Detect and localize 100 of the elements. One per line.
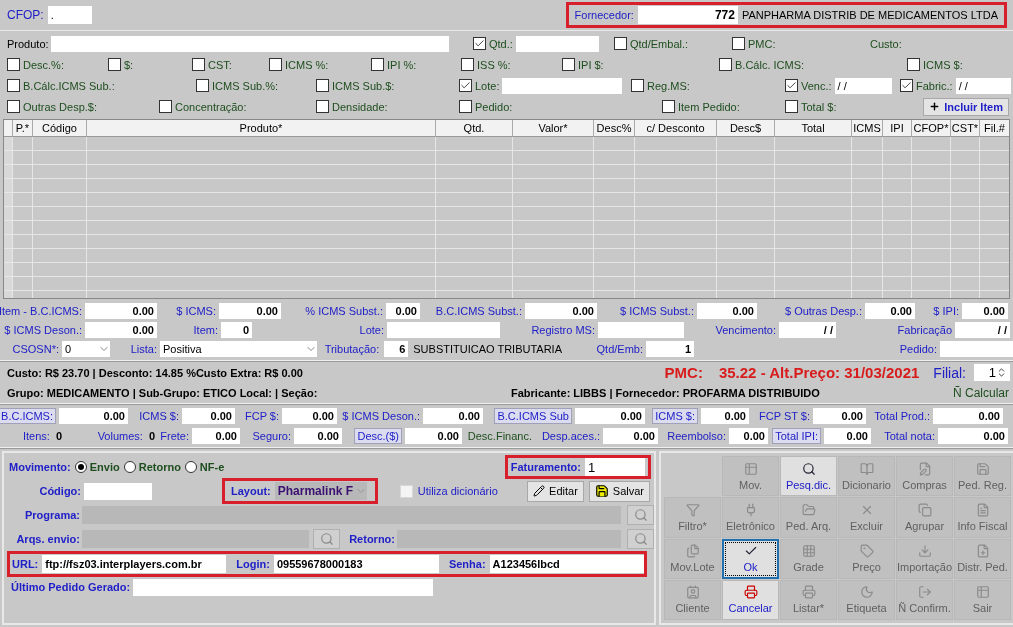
supplier-label: Fornecedor: xyxy=(574,9,634,21)
input-field[interactable] xyxy=(515,35,599,52)
search-icon xyxy=(801,461,816,476)
checkbox-label: Item Pedido: xyxy=(678,100,740,113)
checkbox[interactable] xyxy=(7,58,20,71)
search-icon xyxy=(633,532,648,546)
field-label: $ ICMS: xyxy=(176,304,216,317)
checkbox[interactable] xyxy=(371,58,384,71)
checkbox[interactable] xyxy=(7,100,20,113)
checkbox-label: CST: xyxy=(208,58,232,71)
branch-spinner[interactable]: 1 xyxy=(974,364,1010,381)
login-field[interactable]: 09559678000183 xyxy=(273,555,439,573)
file-pen-icon xyxy=(917,461,932,476)
add-item-button[interactable]: Incluir Item xyxy=(923,97,1009,116)
billing-field[interactable]: 1 xyxy=(585,458,645,476)
radio-button[interactable] xyxy=(184,461,197,473)
save-button[interactable]: Salvar xyxy=(588,480,650,502)
field-label-button[interactable]: Desc.($) xyxy=(354,428,402,444)
value-text: 0 xyxy=(148,430,155,442)
select-field[interactable]: 0 xyxy=(62,340,110,357)
value-field: 0.00 xyxy=(85,321,157,338)
code-field[interactable] xyxy=(84,482,152,500)
field-label: Lista: xyxy=(130,342,157,355)
toolbar-button[interactable]: Cancelar xyxy=(722,579,779,620)
field-label: Item: xyxy=(193,323,218,336)
checkbox[interactable] xyxy=(7,79,20,92)
checkbox[interactable] xyxy=(614,37,627,50)
toolbar-button[interactable]: Ok xyxy=(722,538,779,579)
checkbox[interactable] xyxy=(785,79,798,92)
select-field[interactable]: Positiva xyxy=(160,340,317,357)
value-field: 0.00 xyxy=(697,302,757,319)
value-field: 0.00 xyxy=(219,302,281,319)
input-field[interactable]: / / xyxy=(834,77,892,94)
folder-icon xyxy=(801,502,816,517)
column-header: Valor* xyxy=(513,120,594,136)
field-label-button[interactable]: B.C.ICMS Sub xyxy=(494,408,572,424)
checkbox[interactable] xyxy=(907,58,920,71)
field-label-button[interactable]: ICMS $: xyxy=(652,408,698,424)
checkbox[interactable] xyxy=(631,79,644,92)
field-label-button[interactable]: Total IPI: xyxy=(772,428,821,444)
field-label: $ IPI: xyxy=(933,304,959,317)
supplier-code-field[interactable]: 772 xyxy=(637,6,738,24)
checkbox[interactable] xyxy=(461,58,474,71)
checkbox[interactable] xyxy=(459,79,472,92)
input-field[interactable] xyxy=(502,77,623,94)
checkbox[interactable] xyxy=(108,58,121,71)
field-label: Reembolso: xyxy=(667,430,726,442)
value-field: 0.00 xyxy=(282,408,337,424)
last-order-field[interactable] xyxy=(133,578,434,596)
field-label: $ ICMS Deson.: xyxy=(4,323,82,336)
checkbox[interactable] xyxy=(192,58,205,71)
checkbox-label: IPI $: xyxy=(578,58,604,71)
checkbox[interactable] xyxy=(159,100,172,113)
group-summary: Grupo: MEDICAMENTO | Sub-Grupo: ETICO Local: | Seção: xyxy=(7,387,318,399)
checkbox-label: ICMS Sub.%: xyxy=(212,79,279,92)
row-indicator xyxy=(4,179,13,192)
url-field[interactable]: ftp://fsz03.interplayers.com.br xyxy=(42,555,227,573)
input-field[interactable]: / / xyxy=(955,77,1011,94)
field-label: Vencimento: xyxy=(715,323,776,336)
field-label: Item - B.C.ICMS: xyxy=(0,304,82,317)
checkbox[interactable] xyxy=(269,58,282,71)
checkbox[interactable] xyxy=(473,37,486,50)
value-field: 0.00 xyxy=(182,408,235,424)
product-field[interactable] xyxy=(50,35,449,52)
checkbox-label: Venc.: xyxy=(801,79,832,92)
row-indicator xyxy=(4,193,13,206)
field-label: Desc.Financ. xyxy=(467,430,532,442)
search-icon xyxy=(633,508,648,522)
pmc-label: PMC: xyxy=(664,364,703,381)
checkbox[interactable] xyxy=(459,100,472,113)
checkbox[interactable] xyxy=(316,100,329,113)
checkbox[interactable] xyxy=(785,100,798,113)
pmc-price-text: 35.22 - Alt.Preço: 31/03/2021 xyxy=(718,364,920,381)
checkbox[interactable] xyxy=(196,79,209,92)
cfop-field[interactable]: . xyxy=(47,6,92,24)
checkbox[interactable] xyxy=(662,100,675,113)
row-indicator xyxy=(4,165,13,178)
checkbox[interactable] xyxy=(719,58,732,71)
field-label: $ ICMS Subst.: xyxy=(620,304,694,317)
value-field: / / xyxy=(955,321,1010,338)
value-field: 0.00 xyxy=(603,428,658,444)
field-label: Volumes: xyxy=(97,430,143,442)
cost-summary: Custo: R$ 23.70 | Desconto: 14.85 %Custo Extra: R$ 0.00 xyxy=(7,366,303,379)
checkbox[interactable] xyxy=(732,37,745,50)
checkbox-label: Fabric.: xyxy=(916,79,953,92)
checkbox[interactable] xyxy=(316,79,329,92)
radio-button[interactable] xyxy=(74,461,87,473)
value-field: 0.00 xyxy=(962,302,1008,319)
supplier-name: PANPHARMA DISTRIB DE MEDICAMENTOS LTDA xyxy=(741,9,998,21)
value-field: 0.00 xyxy=(575,408,645,424)
field-label: FCP $: xyxy=(244,410,279,422)
password-field[interactable]: A123456lbcd xyxy=(489,555,644,573)
field-label-button[interactable]: B.C.ICMS: xyxy=(0,408,56,424)
checkbox[interactable] xyxy=(900,79,913,92)
radio-button[interactable] xyxy=(123,461,136,473)
toolbar-button[interactable]: Pesq.dic. xyxy=(780,456,837,497)
checkbox[interactable] xyxy=(562,58,575,71)
edit-button[interactable]: Editar xyxy=(527,480,584,502)
branch-label: Filial: xyxy=(933,364,966,381)
calculate-link[interactable]: Ñ Calcular xyxy=(953,386,1009,400)
